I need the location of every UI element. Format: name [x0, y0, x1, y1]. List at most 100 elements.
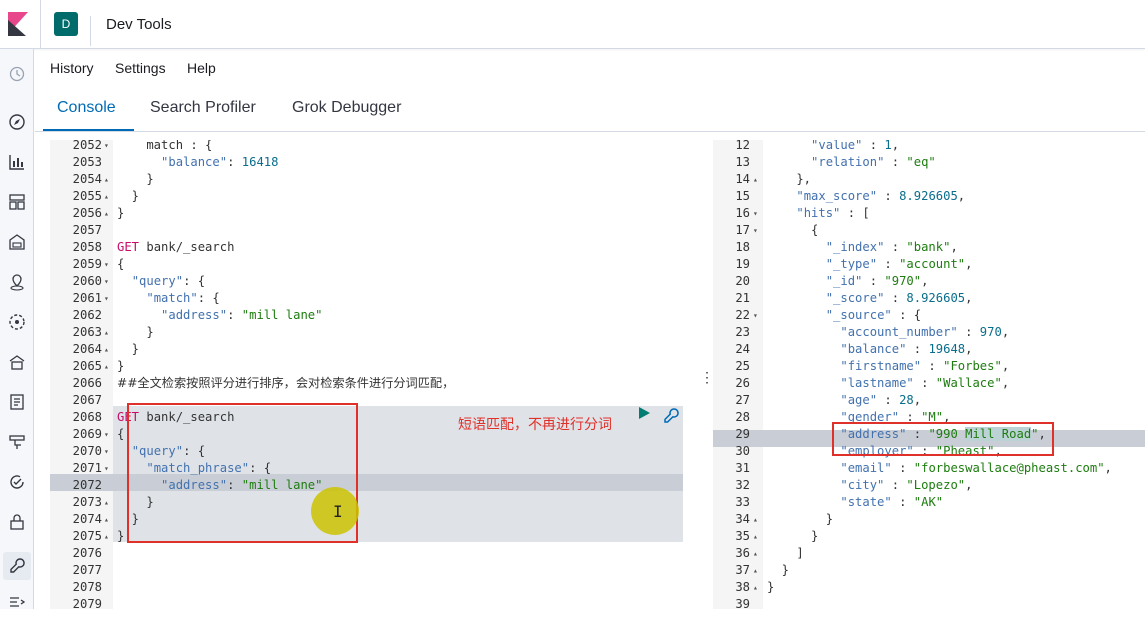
code-text: "_index" : "bank", — [825, 240, 958, 254]
line-number: 2052 — [72, 140, 102, 152]
canvas-icon[interactable] — [7, 232, 27, 252]
code-text: "_id" : "970", — [825, 274, 929, 288]
infra-icon[interactable] — [7, 352, 27, 372]
code-text: "query": { — [131, 274, 206, 288]
line-number: 22 — [735, 308, 750, 322]
code-text: "address": "mill lane" — [161, 308, 323, 322]
fold-toggle-icon[interactable]: ▴ — [104, 494, 112, 511]
app-title: Dev Tools — [106, 16, 172, 33]
clock-icon[interactable] — [7, 64, 27, 84]
compass-icon[interactable] — [7, 112, 27, 132]
uptime-icon[interactable] — [7, 472, 27, 492]
output-line: 35 ▴ } — [713, 528, 1145, 545]
editor-line: 2078 — [50, 579, 683, 596]
fold-toggle-icon[interactable]: ▾ — [104, 426, 112, 443]
code-text: "relation" : "eq" — [811, 155, 936, 169]
editor-line: 2053 "balance": 16418 — [50, 154, 683, 171]
fold-toggle-icon[interactable]: ▴ — [753, 579, 761, 596]
code-text: } — [767, 580, 775, 594]
line-number: 2063 — [72, 325, 102, 339]
fold-toggle-icon[interactable]: ▴ — [104, 511, 112, 528]
code-text: "state" : "AK" — [840, 495, 944, 509]
line-number: 2066 — [72, 376, 102, 390]
line-number: 19 — [735, 257, 750, 271]
line-number: 2065 — [72, 359, 102, 373]
code-text: } — [117, 206, 125, 220]
kibana-logo-icon[interactable] — [8, 12, 28, 36]
code-text: "_score" : 8.926605, — [825, 291, 973, 305]
fold-toggle-icon[interactable]: ▴ — [753, 171, 761, 188]
ml-icon[interactable] — [7, 312, 27, 332]
line-number: 2072 — [72, 478, 102, 492]
send-request-icon[interactable] — [637, 406, 651, 420]
help-link[interactable]: Help — [187, 60, 216, 76]
fold-toggle-icon[interactable]: ▾ — [753, 205, 761, 222]
editor-line: 2056 ▴} — [50, 205, 683, 222]
line-number: 16 — [735, 206, 750, 220]
tab-search-profiler[interactable]: Search Profiler — [150, 99, 256, 117]
fold-toggle-icon[interactable]: ▴ — [753, 528, 761, 545]
fold-toggle-icon[interactable]: ▴ — [104, 528, 112, 545]
space-avatar[interactable]: D — [54, 12, 78, 36]
fold-toggle-icon[interactable]: ▴ — [753, 511, 761, 528]
code-text: } — [117, 325, 154, 339]
console-menu: History Settings Help — [35, 49, 1145, 89]
code-text: }, — [767, 172, 812, 186]
editor-line: 2077 — [50, 562, 683, 579]
dashboard-icon[interactable] — [7, 192, 27, 212]
side-nav — [0, 49, 34, 609]
fold-toggle-icon[interactable]: ▾ — [104, 290, 112, 307]
output-line: 25 "firstname" : "Forbes", — [713, 358, 1145, 375]
collapse-icon[interactable] — [7, 592, 27, 612]
editor-line: 2079 — [50, 596, 683, 609]
logs-icon[interactable] — [7, 392, 27, 412]
fold-toggle-icon[interactable]: ▾ — [104, 460, 112, 477]
fold-toggle-icon[interactable]: ▴ — [753, 562, 761, 579]
fold-toggle-icon[interactable]: ▾ — [753, 307, 761, 324]
fold-toggle-icon[interactable]: ▾ — [104, 273, 112, 290]
line-number: 2077 — [72, 563, 102, 577]
code-text: GET bank/_search — [117, 240, 235, 254]
tab-grok-debugger[interactable]: Grok Debugger — [292, 99, 401, 117]
tab-console[interactable]: Console — [57, 99, 116, 117]
code-text: } — [117, 359, 125, 373]
fold-toggle-icon[interactable]: ▾ — [104, 140, 112, 154]
code-text: { — [117, 427, 125, 441]
code-text: } — [767, 563, 790, 577]
fold-toggle-icon[interactable]: ▾ — [104, 256, 112, 273]
fold-toggle-icon[interactable]: ▴ — [104, 171, 112, 188]
editor-line: 2060 ▾ "query": { — [50, 273, 683, 290]
fold-toggle-icon[interactable]: ▴ — [104, 205, 112, 222]
divider — [40, 0, 41, 49]
code-text: { — [117, 257, 125, 271]
line-number: 2060 — [72, 274, 102, 288]
editor-line: 2055 ▴ } — [50, 188, 683, 205]
maps-icon[interactable] — [7, 272, 27, 292]
fold-toggle-icon[interactable]: ▴ — [753, 545, 761, 562]
visualize-icon[interactable] — [7, 152, 27, 172]
line-number: 28 — [735, 410, 750, 424]
editor-line: 2076 — [50, 545, 683, 562]
fold-toggle-icon[interactable]: ▴ — [104, 324, 112, 341]
devtools-icon[interactable] — [3, 552, 31, 580]
fold-toggle-icon[interactable]: ▴ — [104, 341, 112, 358]
fold-toggle-icon[interactable]: ▾ — [104, 443, 112, 460]
response-output[interactable]: 12 "value" : 1, 13 "relation" : "eq" 14 ▴ }… — [713, 140, 1145, 609]
settings-link[interactable]: Settings — [115, 60, 166, 76]
security-icon[interactable] — [7, 512, 27, 532]
fold-toggle-icon[interactable]: ▾ — [753, 222, 761, 239]
line-number: 2078 — [72, 580, 102, 594]
line-number: 2076 — [72, 546, 102, 560]
code-text: match : { — [117, 140, 213, 152]
output-line: 27 "age" : 28, — [713, 392, 1145, 409]
wrench-icon[interactable] — [662, 407, 680, 425]
apm-icon[interactable] — [7, 432, 27, 452]
pane-resizer-icon[interactable]: ⋮ — [700, 369, 714, 385]
line-number: 24 — [735, 342, 750, 356]
editor-line: 2058 GET bank/_search — [50, 239, 683, 256]
code-text: ] — [767, 546, 804, 560]
line-number: 2071 — [72, 461, 102, 475]
fold-toggle-icon[interactable]: ▴ — [104, 188, 112, 205]
fold-toggle-icon[interactable]: ▴ — [104, 358, 112, 375]
history-link[interactable]: History — [50, 60, 94, 76]
